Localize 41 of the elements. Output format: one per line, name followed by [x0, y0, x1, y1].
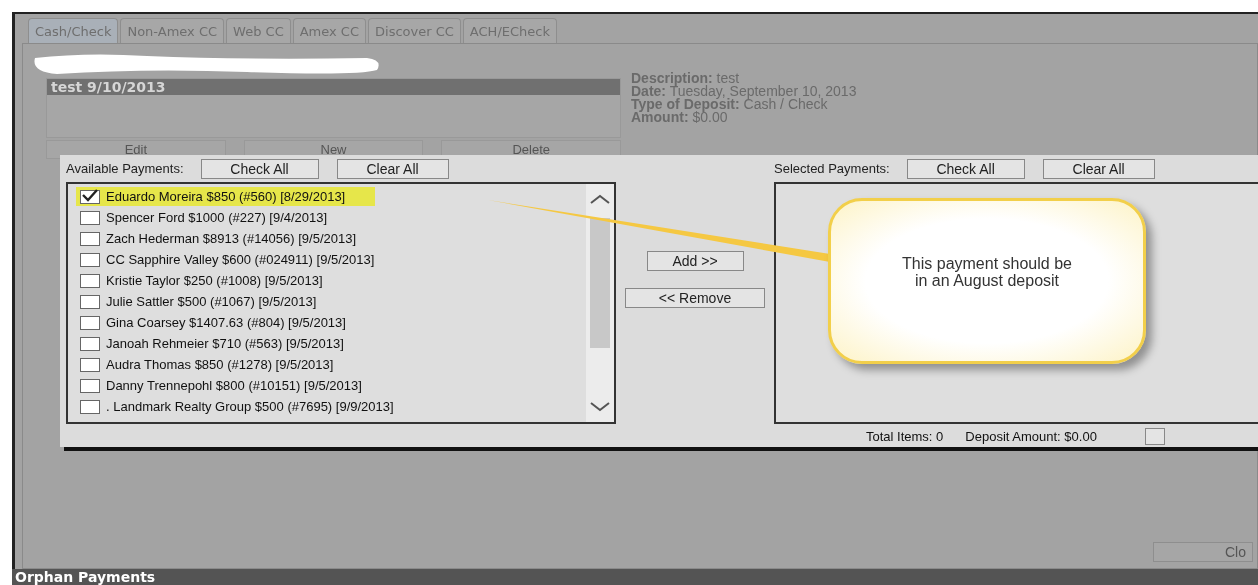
checkbox[interactable]: [80, 231, 100, 246]
payment-item[interactable]: Gina Coarsey $1407.63 (#804) [9/5/2013]: [104, 313, 376, 332]
detail-line: Amount: $0.00: [631, 111, 728, 124]
checkbox[interactable]: [80, 336, 100, 351]
checkbox[interactable]: [80, 210, 100, 225]
checkbox[interactable]: [80, 378, 100, 393]
payment-item[interactable]: Audra Thomas $850 (#1278) [9/5/2013]: [104, 355, 364, 374]
list-button[interactable]: Check All: [906, 158, 1025, 179]
checkbox[interactable]: [80, 315, 100, 330]
move-button[interactable]: Add >>: [646, 251, 744, 271]
scroll-up-icon[interactable]: [589, 194, 611, 204]
footer-bar: Orphan Payments: [12, 569, 1258, 585]
available-label: Available Payments:: [66, 161, 184, 176]
payment-item[interactable]: Janoah Rehmeier $710 (#563) [9/5/2013]: [104, 334, 374, 353]
move-button[interactable]: << Remove: [625, 288, 765, 308]
dialog-button[interactable]: [1144, 428, 1165, 445]
checkbox[interactable]: [80, 273, 100, 288]
list-button[interactable]: Clear All: [336, 158, 449, 179]
scrollbar[interactable]: [586, 184, 614, 422]
payment-item[interactable]: . Landmark Realty Group $500 (#7695) [9/9/2013]: [104, 397, 424, 416]
detail-line: Date: Tuesday, September 10, 2013: [631, 85, 857, 98]
list-button[interactable]: Clear All: [1042, 158, 1155, 179]
payment-item[interactable]: Kristie Taylor $250 (#1008) [9/5/2013]: [104, 271, 353, 290]
total-text: Deposit Amount: $0.00: [965, 429, 1097, 444]
checkbox[interactable]: [80, 252, 100, 267]
payment-item[interactable]: Julie Sattler $500 (#1067) [9/5/2013]: [104, 292, 347, 311]
checkbox[interactable]: [80, 357, 100, 372]
payment-item[interactable]: Danny Trennepohl $800 (#10151) [9/5/2013]: [104, 376, 392, 395]
checkbox[interactable]: [80, 399, 100, 414]
total-text: Total Items: 0: [866, 429, 944, 444]
selected-label: Selected Payments:: [774, 161, 890, 176]
callout-text: This payment should be in an August deposit: [901, 255, 1073, 291]
list-button[interactable]: Check All: [200, 158, 319, 179]
payment-item[interactable]: Zach Hederman $8913 (#14056) [9/5/2013]: [104, 229, 387, 248]
payment-item[interactable]: Spencer Ford $1000 (#227) [9/4/2013]: [104, 208, 358, 227]
checkbox[interactable]: [80, 189, 100, 204]
scroll-down-icon[interactable]: [589, 402, 611, 412]
payment-item[interactable]: CC Sapphire Valley $600 (#024911) [9/5/2013]: [104, 250, 405, 269]
detail-line: Type of Deposit: Cash / Check: [631, 98, 829, 111]
checkbox[interactable]: [80, 294, 100, 309]
detail-line: Description: test: [631, 72, 740, 85]
